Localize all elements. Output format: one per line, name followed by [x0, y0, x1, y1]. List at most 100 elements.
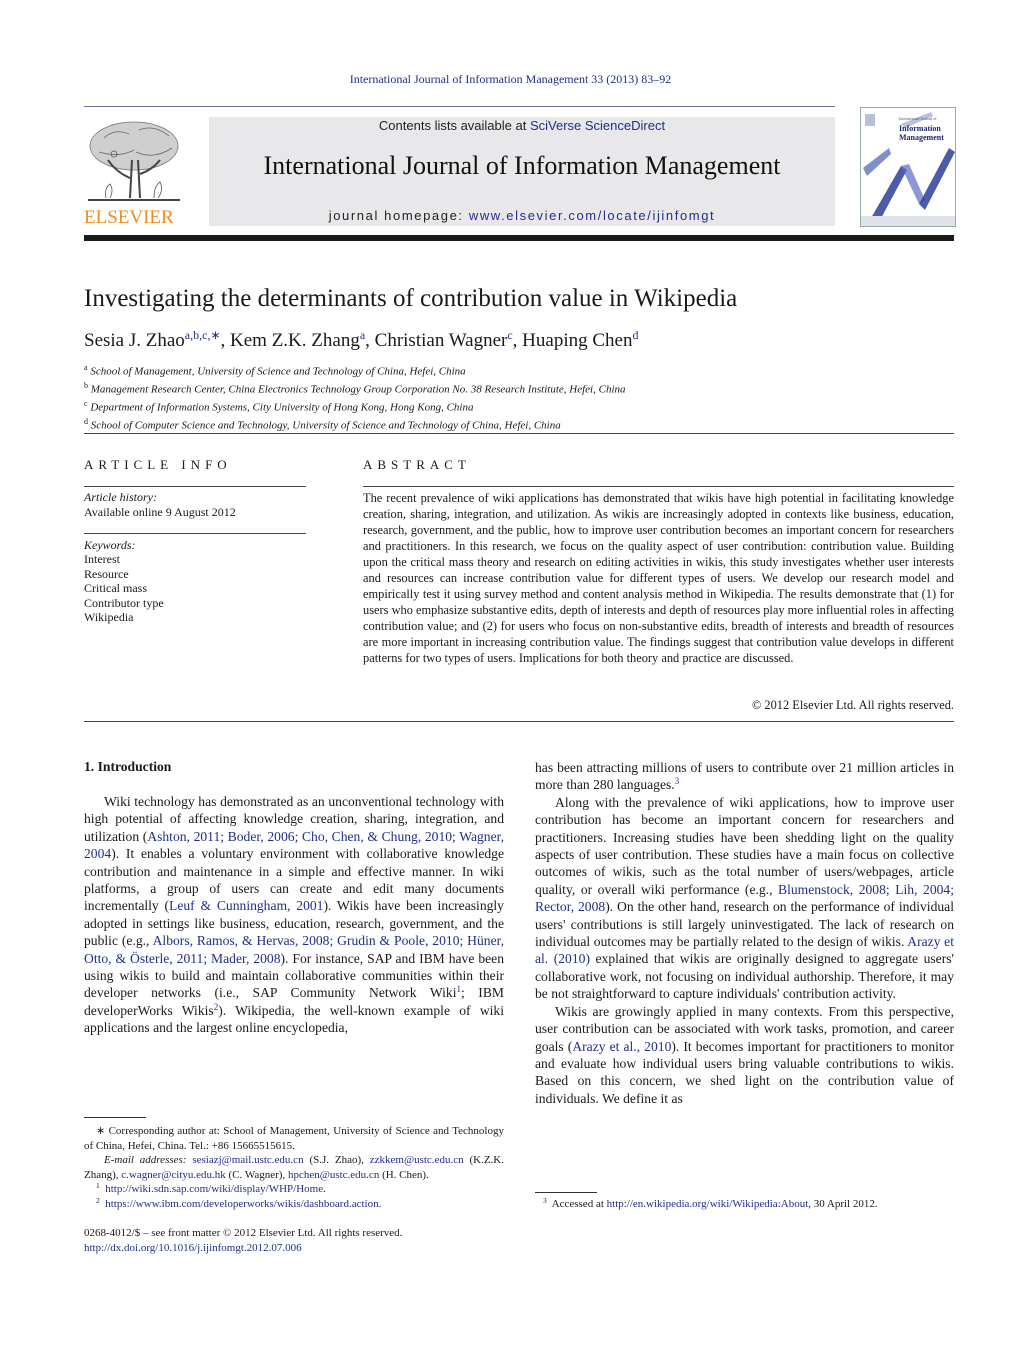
- affiliation-mark: b: [84, 381, 88, 391]
- citation-link[interactable]: Arazy et al., 2010: [572, 1039, 671, 1054]
- affiliation-item: d School of Computer Science and Technol…: [84, 415, 626, 433]
- body-paragraph: Wiki technology has demonstrated as an u…: [84, 793, 504, 1037]
- footnote-mark: 2: [96, 1195, 100, 1205]
- footnote-mark: 1: [96, 1181, 100, 1190]
- body-column-left: Wiki technology has demonstrated as an u…: [84, 793, 504, 1037]
- article-info-heading: ARTICLE INFO: [84, 457, 232, 472]
- body-paragraph: Wikis are growingly applied in many cont…: [535, 1003, 954, 1107]
- keywords-label: Keywords:: [84, 538, 136, 552]
- author-separator: ,: [220, 330, 231, 351]
- affiliation-text: Management Research Center, China Electr…: [90, 383, 626, 396]
- elsevier-logo[interactable]: ELSEVIER: [84, 118, 186, 230]
- author-separator: ,: [365, 330, 375, 351]
- footnote-url[interactable]: https://www.ibm.com/developerworks/wikis…: [105, 1198, 378, 1210]
- header-divider: [84, 106, 835, 107]
- email-owner: (S.J. Zhao),: [303, 1154, 370, 1166]
- author-list: Sesia J. Zhaoa,b,c,∗, Kem Z.K. Zhanga, C…: [84, 328, 638, 352]
- email-link[interactable]: c.wagner@cityu.edu.hk: [121, 1169, 226, 1181]
- keyword-item: Critical mass: [84, 581, 147, 596]
- affiliation-mark: a: [84, 363, 88, 372]
- affiliation-mark: d: [84, 417, 88, 427]
- abstract-heading: ABSTRACT: [363, 457, 471, 472]
- body-text: has been attracting millions of users to…: [535, 760, 954, 793]
- affiliation-item: a School of Management, University of Sc…: [84, 361, 626, 379]
- email-addresses: E-mail addresses: sesiazj@mail.ustc.edu.…: [84, 1153, 504, 1182]
- article-history: Article history: Available online 9 Augu…: [84, 490, 236, 520]
- doi-link[interactable]: http://dx.doi.org/10.1016/j.ijinfomgt.20…: [84, 1241, 402, 1256]
- body-text: explained that wikis are originally desi…: [535, 951, 954, 1002]
- email-owner: (C. Wagner),: [225, 1168, 288, 1181]
- journal-masthead: Contents lists available at SciVerse Sci…: [209, 117, 835, 226]
- footnote-url[interactable]: http://en.wikipedia.org/wiki/Wikipedia:A…: [607, 1198, 809, 1210]
- abstract-copyright: © 2012 Elsevier Ltd. All rights reserved…: [751, 698, 954, 712]
- author-affiliation-marks[interactable]: a,b,c,∗: [185, 328, 221, 342]
- affiliation-item: b Management Research Center, China Elec…: [84, 379, 626, 397]
- issn-copyright: 0268-4012/$ – see front matter © 2012 El…: [84, 1227, 403, 1239]
- history-value: Available online 9 August 2012: [84, 505, 236, 519]
- cover-pretitle: International Journal of: [899, 116, 937, 121]
- affiliation-mark: c: [84, 399, 88, 409]
- email-link[interactable]: hpchen@ustc.edu.cn: [288, 1169, 379, 1181]
- author-name: Kem Z.K. Zhang: [230, 330, 360, 351]
- homepage-prefix: journal homepage:: [328, 208, 469, 223]
- body-paragraph: has been attracting millions of users to…: [535, 759, 954, 794]
- body-paragraph: Along with the prevalence of wiki applic…: [535, 794, 954, 1003]
- keyword-item: Wikipedia: [84, 610, 134, 625]
- abstract-text: The recent prevalence of wiki applicatio…: [363, 490, 954, 666]
- body-column-right: has been attracting millions of users to…: [535, 759, 954, 1107]
- keyword-item: Interest: [84, 552, 120, 567]
- keyword-item: Resource: [84, 566, 129, 581]
- history-label: Article history:: [84, 490, 157, 504]
- keyword-item: Contributor type: [84, 595, 164, 610]
- affiliation-text: School of Management, University of Scie…: [90, 365, 466, 378]
- running-head-citation[interactable]: International Journal of Information Man…: [0, 72, 1021, 87]
- section-heading-introduction: 1. Introduction: [84, 759, 172, 774]
- footnotes: ∗ Corresponding author at: School of Man…: [84, 1124, 504, 1211]
- affiliation-item: c Department of Information Systems, Cit…: [84, 397, 626, 415]
- email-label: E-mail addresses:: [104, 1154, 187, 1166]
- footnote-1: 1 http://wiki.sdn.sap.com/wiki/display/W…: [96, 1181, 326, 1195]
- email-owner: (H. Chen).: [379, 1168, 429, 1181]
- contents-line: Contents lists available at SciVerse Sci…: [209, 118, 835, 133]
- cover-title: Information Management: [899, 124, 944, 142]
- corresponding-author-note: ∗ Corresponding author at: School of Man…: [84, 1125, 504, 1152]
- elsevier-wordmark: ELSEVIER: [84, 207, 174, 228]
- email-link[interactable]: zzkkem@ustc.edu.cn: [370, 1154, 464, 1166]
- footnote-ref[interactable]: 3: [675, 776, 680, 786]
- footnote-text: Accessed at: [551, 1198, 607, 1210]
- footnote-url[interactable]: http://wiki.sdn.sap.com/wiki/display/WHP…: [105, 1183, 323, 1195]
- front-matter: 0268-4012/$ – see front matter © 2012 El…: [84, 1226, 402, 1256]
- homepage-line: journal homepage: www.elsevier.com/locat…: [209, 208, 835, 223]
- citation-link[interactable]: Leuf & Cunningham, 2001: [169, 898, 323, 913]
- footnote-mark: 3: [543, 1196, 547, 1205]
- divider: [84, 721, 954, 722]
- footnote-divider: [535, 1192, 597, 1193]
- elsevier-tree-icon: [88, 121, 180, 201]
- journal-cover-thumbnail[interactable]: International Journal of Information Man…: [860, 107, 956, 227]
- journal-homepage-link[interactable]: www.elsevier.com/locate/ijinfomgt: [469, 208, 715, 223]
- affiliation-text: Department of Information Systems, City …: [90, 401, 474, 414]
- contents-prefix: Contents lists available at: [378, 118, 530, 133]
- footnote-divider: [84, 1117, 146, 1118]
- footnote-2: 2 https://www.ibm.com/developerworks/wik…: [96, 1195, 382, 1210]
- author-name: Christian Wagner: [374, 330, 508, 351]
- masthead-thick-rule: [84, 235, 954, 241]
- journal-title: International Journal of Information Man…: [263, 151, 781, 180]
- abstract-paragraph: The recent prevalence of wiki applicatio…: [363, 491, 954, 665]
- cover-title-line2: Management: [899, 133, 944, 142]
- divider: [84, 533, 306, 534]
- keywords-block: Keywords: Interest Resource Critical mas…: [84, 538, 164, 624]
- author-name: Sesia J. Zhao: [84, 330, 185, 351]
- divider: [363, 486, 954, 487]
- sciencedirect-link[interactable]: SciVerse ScienceDirect: [530, 118, 665, 133]
- divider: [84, 486, 306, 487]
- author-separator: ,: [512, 330, 523, 351]
- divider: [84, 433, 954, 434]
- footnote-3: 3 Accessed at http://en.wikipedia.org/wi…: [543, 1196, 878, 1210]
- cover-title-line1: Information: [899, 124, 941, 133]
- article-title: Investigating the determinants of contri…: [84, 285, 738, 312]
- affiliation-text: School of Computer Science and Technolog…: [90, 420, 561, 433]
- author-name: Huaping Chen: [522, 330, 633, 351]
- author-affiliation-marks[interactable]: d: [632, 328, 638, 342]
- email-link[interactable]: sesiazj@mail.ustc.edu.cn: [192, 1154, 303, 1166]
